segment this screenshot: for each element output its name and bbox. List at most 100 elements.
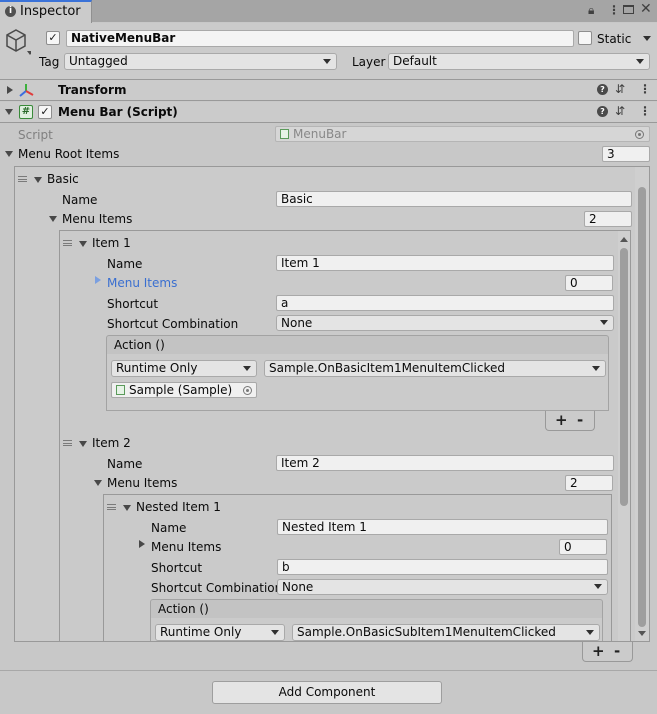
expand-arrow-icon[interactable] xyxy=(49,216,57,222)
basic-menu-items-label: Menu Items xyxy=(62,212,133,226)
item1-name-field[interactable]: Item 1 xyxy=(276,255,614,271)
item2-label: Item 2 xyxy=(92,436,131,450)
static-dropdown-icon[interactable] xyxy=(643,36,651,41)
transform-label: Transform xyxy=(58,83,127,97)
menubar-label: Menu Bar (Script) xyxy=(58,105,178,119)
add-button[interactable]: + xyxy=(555,411,568,429)
drag-handle-icon[interactable] xyxy=(107,504,116,510)
item1-combo-label: Shortcut Combination xyxy=(107,317,239,331)
drag-handle-icon[interactable] xyxy=(18,176,27,182)
item2-name-field[interactable]: Item 2 xyxy=(276,455,614,471)
inspector-tab-bar xyxy=(0,0,657,22)
script-hash-icon: # xyxy=(19,105,33,119)
lock-icon[interactable]: 🔒︎ xyxy=(588,3,594,17)
chevron-down-icon xyxy=(243,366,251,371)
maximize-icon[interactable] xyxy=(623,5,634,14)
item1-name-label: Name xyxy=(107,257,143,271)
expand-arrow-icon[interactable] xyxy=(139,540,145,548)
object-picker-icon[interactable] xyxy=(243,386,252,395)
inner-scroll-thumb[interactable] xyxy=(620,248,628,506)
kebab-menu-icon[interactable]: ⋮ xyxy=(608,3,620,17)
inspector-tab-label: Inspector xyxy=(20,4,81,19)
static-checkbox[interactable] xyxy=(578,31,592,45)
nested1-name-field[interactable]: Nested Item 1 xyxy=(277,519,608,535)
basic-name-field[interactable]: Basic xyxy=(276,191,632,207)
basic-menu-items-list: Item 1 Name Item 1 Menu Items 0 Shortcut… xyxy=(59,230,631,641)
outer-scroll-thumb[interactable] xyxy=(638,187,646,627)
chevron-down-icon xyxy=(323,59,331,64)
add-component-button[interactable]: Add Component xyxy=(212,681,442,704)
active-checkbox[interactable]: ✓ xyxy=(46,31,60,45)
component-menu-icon[interactable]: ⋮ xyxy=(639,82,651,96)
expand-arrow-icon[interactable] xyxy=(79,441,87,447)
preset-icon[interactable]: ⇵ xyxy=(615,82,625,96)
script-enabled-checkbox[interactable]: ✓ xyxy=(38,105,52,119)
chevron-down-icon xyxy=(592,366,600,371)
expand-arrow-icon[interactable] xyxy=(95,276,101,284)
item1-shortcut-label: Shortcut xyxy=(107,297,159,311)
expand-arrow-icon[interactable] xyxy=(7,86,13,94)
close-icon[interactable]: ✕ xyxy=(640,2,652,16)
tag-dropdown[interactable]: Untagged xyxy=(64,53,337,70)
script-value: MenuBar xyxy=(293,127,347,141)
chevron-down-icon xyxy=(636,59,644,64)
drag-handle-icon[interactable] xyxy=(63,240,72,246)
item1-combo-dropdown[interactable]: None xyxy=(276,315,614,331)
preset-icon[interactable]: ⇵ xyxy=(615,104,625,118)
root-items-list: Basic Name Basic Menu Items 2 Item 1 Nam… xyxy=(14,166,650,642)
nested1-shortcut-field[interactable]: b xyxy=(277,559,608,575)
nested1-label: Nested Item 1 xyxy=(136,500,221,514)
expand-arrow-icon[interactable] xyxy=(5,151,13,157)
item2-menu-items-count[interactable]: 2 xyxy=(565,475,613,491)
item1-menu-items-count[interactable]: 0 xyxy=(565,275,613,291)
chevron-down-icon xyxy=(594,584,602,589)
nested1-menu-items-label: Menu Items xyxy=(151,540,222,554)
remove-button[interactable]: - xyxy=(614,642,620,660)
expand-arrow-icon[interactable] xyxy=(94,480,102,486)
item1-combo-value: None xyxy=(281,316,313,330)
scroll-up-icon[interactable] xyxy=(620,237,628,242)
item1-runtime-dropdown[interactable]: Runtime Only xyxy=(111,360,257,377)
basic-menu-items-count[interactable]: 2 xyxy=(584,211,632,227)
nested1-combo-label: Shortcut Combination xyxy=(151,581,283,595)
help-icon[interactable]: ? xyxy=(597,106,608,117)
static-label: Static xyxy=(597,32,632,46)
layer-label: Layer xyxy=(352,55,386,69)
inspector-tab[interactable]: i Inspector xyxy=(0,0,92,23)
item2-menu-items-label: Menu Items xyxy=(107,476,178,490)
object-picker-icon[interactable] xyxy=(635,130,644,139)
nested1-menu-items-count[interactable]: 0 xyxy=(559,539,607,555)
object-name-field[interactable]: NativeMenuBar xyxy=(66,30,574,47)
nested1-method-dropdown[interactable]: Sample.OnBasicSubItem1MenuItemClicked xyxy=(292,624,600,641)
drag-handle-icon[interactable] xyxy=(63,440,72,446)
tag-value: Untagged xyxy=(69,54,128,68)
add-component-label: Add Component xyxy=(278,685,376,699)
item1-shortcut-field[interactable]: a xyxy=(276,295,614,311)
chevron-down-icon xyxy=(586,630,594,635)
remove-button[interactable]: - xyxy=(577,411,583,429)
nested1-combo-dropdown[interactable]: None xyxy=(277,579,608,595)
add-button[interactable]: + xyxy=(592,642,605,660)
expand-arrow-icon[interactable] xyxy=(34,177,42,183)
layer-dropdown[interactable]: Default xyxy=(388,53,650,70)
help-icon[interactable]: ? xyxy=(597,84,608,95)
item1-method-dropdown[interactable]: Sample.OnBasicItem1MenuItemClicked xyxy=(264,360,606,377)
transform-icon xyxy=(19,84,34,97)
expand-arrow-icon[interactable] xyxy=(123,505,131,511)
item2-name-label: Name xyxy=(107,457,143,471)
item1-label: Item 1 xyxy=(92,236,131,250)
item2-menu-items-list: Nested Item 1 Name Nested Item 1 Menu It… xyxy=(103,494,612,641)
root-items-count[interactable]: 3 xyxy=(602,146,650,162)
expand-arrow-icon[interactable] xyxy=(79,241,87,247)
nested1-action-label: Action () xyxy=(158,602,209,616)
expand-arrow-icon[interactable] xyxy=(5,109,13,115)
item1-action-label: Action () xyxy=(114,338,165,352)
component-menu-icon[interactable]: ⋮ xyxy=(639,104,651,118)
nested1-runtime-dropdown[interactable]: Runtime Only xyxy=(155,624,285,641)
chevron-down-icon xyxy=(271,630,279,635)
item1-target-field[interactable]: Sample (Sample) xyxy=(111,382,257,398)
nested1-name-label: Name xyxy=(151,521,187,535)
info-icon: i xyxy=(5,6,16,17)
scroll-down-icon[interactable] xyxy=(638,631,646,636)
item1-method-value: Sample.OnBasicItem1MenuItemClicked xyxy=(269,361,506,375)
